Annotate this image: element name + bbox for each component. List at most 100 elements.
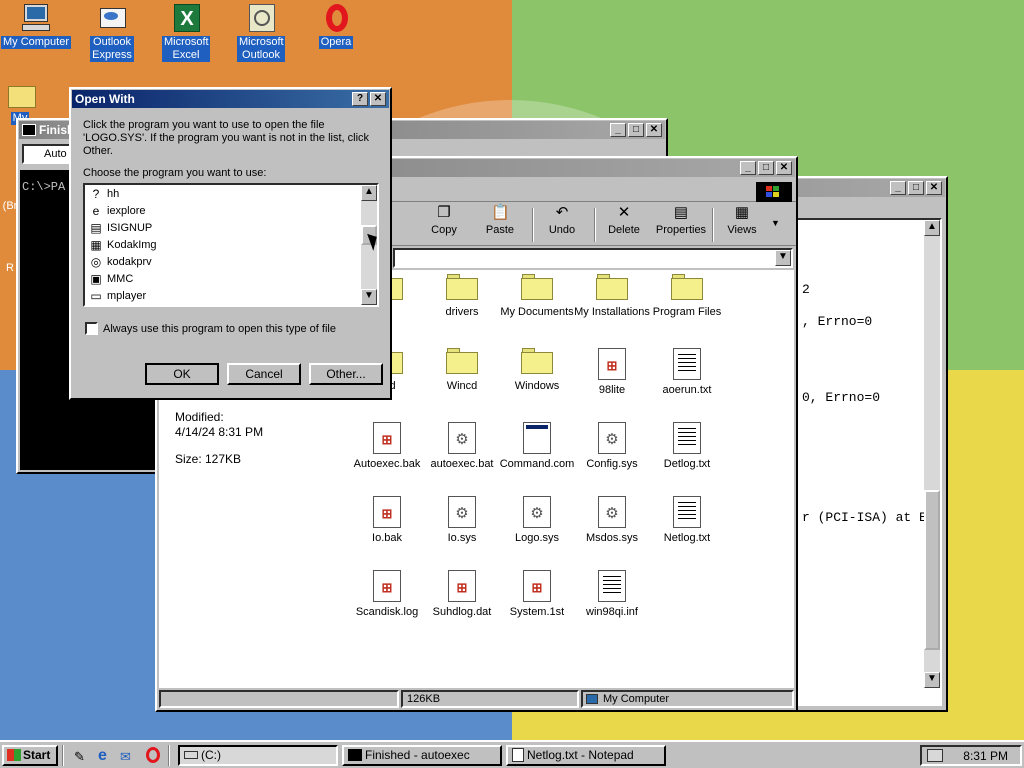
cancel-button[interactable]: Cancel: [227, 363, 301, 385]
scroll-down-icon[interactable]: ▼: [924, 672, 940, 688]
program-item[interactable]: ▤ ISIGNUP: [85, 219, 377, 236]
program-item[interactable]: ▣ MMC: [85, 270, 377, 287]
start-button[interactable]: Start: [2, 745, 58, 766]
other-button[interactable]: Other...: [309, 363, 383, 385]
taskbar: Start ✎ e ✉ (C:) Finished - autoexec Net…: [0, 740, 1024, 768]
task-netlog-notepad[interactable]: Netlog.txt - Notepad: [506, 745, 666, 766]
scroll-thumb[interactable]: [924, 490, 940, 650]
file-name: Command.com: [499, 458, 575, 470]
program-icon: e: [92, 203, 100, 218]
close-button[interactable]: ✕: [776, 161, 792, 175]
file-item[interactable]: ⚙ autoexec.bat: [424, 422, 500, 470]
file-name: Config.sys: [586, 458, 638, 470]
windows-logo-icon: [756, 182, 792, 202]
undo-button[interactable]: ↶ Undo: [537, 204, 587, 236]
choose-program-label: Choose the program you want to use:: [83, 167, 267, 179]
gear-file-icon: ⚙: [598, 496, 626, 528]
program-item[interactable]: ◎ kodakprv: [85, 253, 377, 270]
system-tray: 8:31 PM: [920, 745, 1022, 766]
program-item[interactable]: ? hh: [85, 185, 377, 202]
file-item[interactable]: aoerun.txt: [649, 348, 725, 396]
notepad-vscrollbar[interactable]: ▲ ▼: [924, 220, 940, 688]
task-drive-c[interactable]: (C:): [178, 745, 338, 766]
minimize-button[interactable]: _: [610, 123, 626, 137]
folder-icon: [671, 274, 703, 300]
file-item[interactable]: ⊞ Scandisk.log: [349, 570, 425, 618]
show-desktop-icon[interactable]: ✎: [74, 749, 85, 765]
task-finished-autoexec[interactable]: Finished - autoexec: [342, 745, 502, 766]
views-button[interactable]: ▦ Views: [717, 204, 767, 236]
file-item[interactable]: ⚙ Logo.sys: [499, 496, 575, 544]
always-use-row[interactable]: Always use this program to open this typ…: [85, 322, 336, 335]
program-listbox[interactable]: ? hh e iexplore ▤ ISIGNUP ▦ KodakImg ◎ kodakprv ▣ M…: [83, 183, 379, 307]
folder-icon: [446, 274, 478, 300]
desktop-icon-opera[interactable]: Opera: [300, 2, 372, 49]
file-item[interactable]: Detlog.txt: [649, 422, 725, 470]
close-button[interactable]: ✕: [646, 123, 662, 137]
file-item[interactable]: drivers: [424, 274, 500, 318]
properties-button[interactable]: ▤ Properties: [651, 204, 711, 236]
scroll-up-icon[interactable]: ▲: [361, 185, 377, 201]
maximize-button[interactable]: □: [628, 123, 644, 137]
maximize-button[interactable]: □: [908, 181, 924, 195]
delete-button[interactable]: ✕ Delete: [599, 204, 649, 236]
desktop-icon-microsoft-outlook[interactable]: Microsoft Outlook: [225, 2, 297, 62]
program-item[interactable]: e iexplore: [85, 202, 377, 219]
windows-file-icon: ⊞: [373, 496, 401, 528]
program-name: ISIGNUP: [107, 221, 153, 234]
file-item[interactable]: ⚙ Msdos.sys: [574, 496, 650, 544]
views-dropdown-icon[interactable]: ▼: [771, 218, 780, 228]
file-item[interactable]: win98qi.inf: [574, 570, 650, 618]
file-name: Detlog.txt: [663, 458, 711, 470]
file-item[interactable]: Wincd: [424, 348, 500, 392]
file-item[interactable]: Command.com: [499, 422, 575, 470]
open-with-titlebar[interactable]: Open With ? ✕: [72, 90, 389, 108]
minimize-button[interactable]: _: [890, 181, 906, 195]
file-item[interactable]: ⚙ Config.sys: [574, 422, 650, 470]
outlook-express-icon[interactable]: ✉: [120, 749, 131, 765]
internet-explorer-icon[interactable]: e: [98, 747, 107, 765]
file-name: Msdos.sys: [586, 532, 638, 544]
gear-file-icon: ⚙: [448, 496, 476, 528]
gear-file-icon: ⚙: [598, 422, 626, 454]
tray-monitor-icon[interactable]: [927, 749, 943, 762]
program-item[interactable]: ▦ KodakImg: [85, 236, 377, 253]
drive-icon: [184, 751, 198, 759]
program-item[interactable]: ▭ mplayer: [85, 287, 377, 304]
clock[interactable]: 8:31 PM: [963, 749, 1008, 763]
file-name: Io.bak: [372, 532, 402, 544]
file-item[interactable]: My Installations: [574, 274, 650, 318]
file-item[interactable]: ⚙ Io.sys: [424, 496, 500, 544]
always-use-checkbox[interactable]: [85, 322, 98, 335]
close-button[interactable]: ✕: [926, 181, 942, 195]
file-item[interactable]: Program Files: [649, 274, 725, 318]
folder-icon: [521, 348, 553, 374]
minimize-button[interactable]: _: [740, 161, 756, 175]
file-item[interactable]: Windows: [499, 348, 575, 392]
address-bar[interactable]: ▼: [393, 248, 793, 268]
desktop-icon-microsoft-excel[interactable]: X Microsoft Excel: [150, 2, 222, 62]
scroll-down-icon[interactable]: ▼: [361, 289, 377, 305]
desktop-icon-my-computer[interactable]: My Computer: [0, 2, 72, 49]
file-item[interactable]: ⊞ Autoexec.bak: [349, 422, 425, 470]
open-with-dialog[interactable]: Open With ? ✕ Click the program you want…: [69, 87, 392, 400]
close-button[interactable]: ✕: [370, 92, 386, 106]
file-item[interactable]: ⊞ Suhdlog.dat: [424, 570, 500, 618]
ok-button[interactable]: OK: [145, 363, 219, 385]
file-item[interactable]: ⊞ System.1st: [499, 570, 575, 618]
maximize-button[interactable]: □: [758, 161, 774, 175]
desktop-icon-outlook-express[interactable]: Outlook Express: [76, 2, 148, 62]
gear-file-icon: ⚙: [448, 422, 476, 454]
opera-icon[interactable]: [146, 747, 160, 763]
file-item[interactable]: My Documents: [499, 274, 575, 318]
file-item[interactable]: ⊞ 98lite: [574, 348, 650, 396]
copy-button[interactable]: ❐ Copy: [419, 204, 469, 236]
help-button[interactable]: ?: [352, 92, 368, 106]
file-item[interactable]: Netlog.txt: [649, 496, 725, 544]
file-name: 98lite: [598, 384, 626, 396]
file-name: Wincd: [446, 380, 478, 392]
paste-button[interactable]: 📋 Paste: [475, 204, 525, 236]
file-item[interactable]: ⊞ Io.bak: [349, 496, 425, 544]
address-dropdown-icon[interactable]: ▼: [775, 250, 791, 266]
scroll-up-icon[interactable]: ▲: [924, 220, 940, 236]
